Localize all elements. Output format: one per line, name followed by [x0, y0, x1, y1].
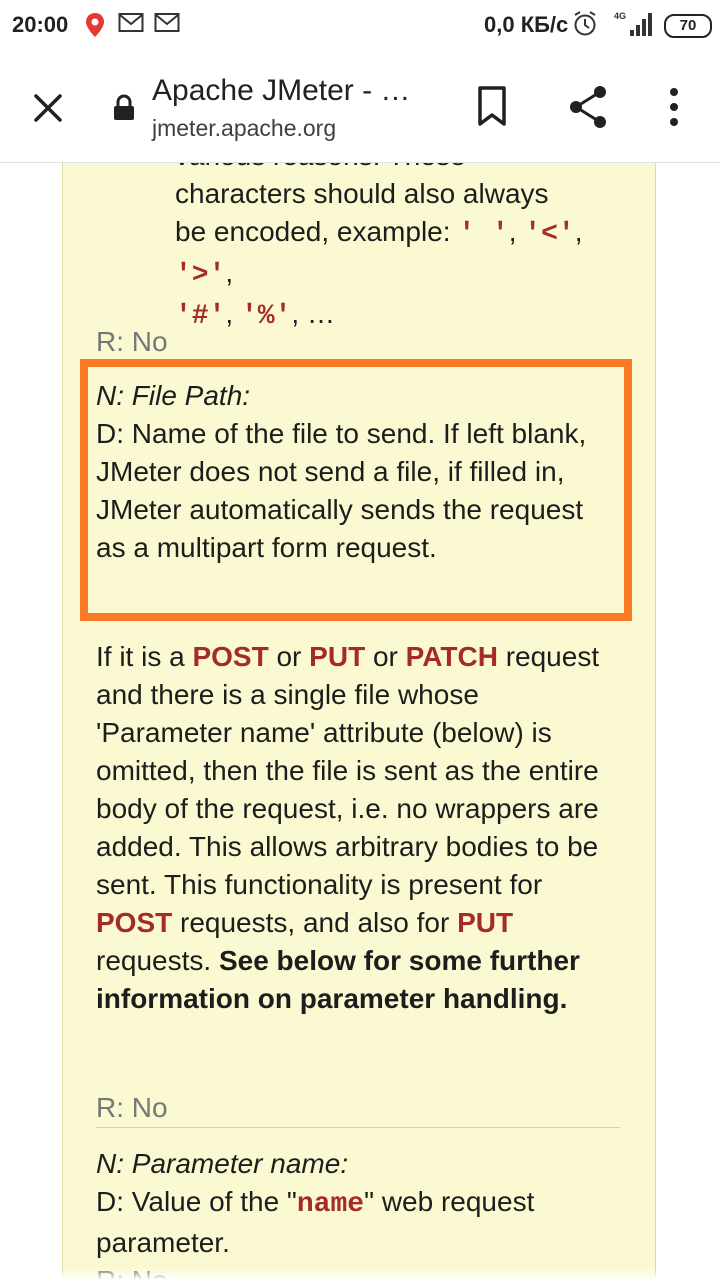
bookmark-button[interactable] — [472, 82, 512, 137]
example-char: '>' — [175, 260, 226, 291]
signal-label: 4G — [614, 11, 626, 21]
battery-icon: 70 — [664, 14, 712, 38]
text-segment: requests. — [96, 945, 212, 976]
text-segment: be encoded, example: — [175, 216, 459, 247]
text-segment: requests, and also for — [172, 907, 458, 938]
previous-item-description: various reasons. These characters should… — [175, 163, 635, 336]
item-description: D: Name of the file to send. If left bla… — [96, 418, 587, 563]
example-char: ' ' — [458, 219, 509, 250]
text-segment: D: Value of the " — [96, 1186, 297, 1217]
param-code: name — [296, 1189, 365, 1220]
ellipsis: … — [306, 298, 335, 329]
web-content[interactable]: various reasons. These characters should… — [0, 163, 720, 1280]
network-speed: 0,0 КБ/с — [484, 12, 569, 37]
bookmark-icon — [478, 86, 506, 126]
more-options-button[interactable] — [656, 82, 692, 137]
text-line: '#', '%', … — [175, 298, 335, 332]
page-url[interactable]: jmeter.apache.org — [152, 115, 336, 142]
text-segment: or — [365, 641, 406, 672]
custom-tab-toolbar: Apache JMeter - … jmeter.apache.org — [0, 52, 720, 163]
alarm-icon — [572, 10, 598, 44]
parameter-name-item: N: Parameter name: D: Value of the "name… — [96, 1145, 621, 1280]
method-patch: PATCH — [405, 641, 498, 672]
text-line: characters should also always — [175, 178, 549, 209]
bottom-fade — [0, 1268, 720, 1280]
text-segment: or — [268, 641, 310, 672]
item-name: N: File Path: — [96, 380, 251, 411]
item-name: N: Parameter name: — [96, 1148, 349, 1179]
status-time: 20:00 — [12, 12, 69, 37]
more-vert-icon — [670, 88, 678, 126]
method-put: PUT — [457, 907, 514, 938]
file-path-item: N: File Path: D: Name of the file to sen… — [96, 377, 616, 567]
example-char: '%' — [240, 301, 292, 332]
text-line: various reasons. These — [175, 163, 635, 175]
close-icon — [34, 94, 62, 122]
method-post: POST — [96, 907, 173, 938]
item-description: D: Value of the "name" web request param… — [96, 1183, 621, 1262]
close-button[interactable] — [24, 84, 72, 132]
text-line: be encoded, example: ' ', '<', '>', — [175, 216, 583, 291]
share-button[interactable] — [564, 82, 612, 137]
explanation-paragraph: If it is a POST or PUT or PATCH request … — [96, 638, 621, 1018]
text-segment: request and there is a single file whose… — [96, 641, 600, 900]
mail-icon — [154, 12, 180, 40]
example-char: '<' — [524, 219, 575, 250]
share-icon — [570, 86, 606, 128]
page-title[interactable]: Apache JMeter - … — [152, 74, 410, 108]
text-segment: If it is a — [96, 641, 193, 672]
method-put: PUT — [309, 641, 366, 672]
required-label: R: No — [96, 326, 168, 357]
lock-icon[interactable] — [112, 94, 136, 127]
status-bar: 20:00 0,0 КБ/с 4G 70 — [0, 0, 720, 52]
location-pin-icon — [84, 12, 106, 44]
method-post: POST — [192, 641, 269, 672]
signal-icon: 4G — [612, 10, 656, 44]
required-label: R: No — [96, 1092, 168, 1123]
mail-icon — [118, 12, 144, 40]
example-char: '#' — [175, 301, 226, 332]
divider — [96, 1127, 620, 1128]
